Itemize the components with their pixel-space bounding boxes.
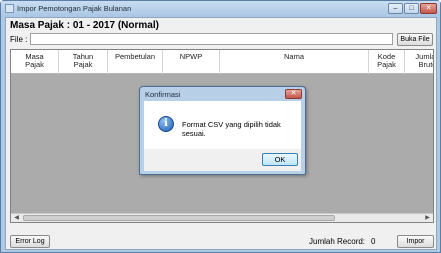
title-bar: Impor Pemotongan Pajak Bulanan – □ ✕	[1, 1, 440, 17]
column-header-kode-pajak[interactable]: Kode Pajak	[369, 50, 405, 74]
info-icon: i	[158, 116, 174, 132]
grid-header: Masa Pajak Tahun Pajak Pembetulan NPWP N…	[11, 50, 433, 74]
record-count-label: Jumlah Record:	[309, 237, 366, 246]
dialog-title: Konfirmasi	[145, 90, 181, 99]
file-path-input[interactable]	[30, 33, 393, 45]
record-count-value: 0	[371, 237, 376, 246]
main-window: Impor Pemotongan Pajak Bulanan – □ ✕ Mas…	[0, 0, 441, 253]
scroll-left-icon[interactable]: ◀	[12, 214, 21, 222]
horizontal-scrollbar[interactable]: ◀ ▶	[11, 213, 433, 222]
dialog-message: Format CSV yang dipilih tidak sesuai.	[182, 120, 281, 138]
minimize-button[interactable]: –	[388, 3, 403, 14]
maximize-button[interactable]: □	[404, 3, 419, 14]
column-header-npwp[interactable]: NPWP	[163, 50, 220, 74]
column-header-masa-pajak[interactable]: Masa Pajak	[11, 50, 59, 74]
open-file-button[interactable]: Buka File	[397, 33, 433, 46]
close-button[interactable]: ✕	[420, 3, 437, 14]
dialog-body: i Format CSV yang dipilih tidak sesuai.	[144, 101, 301, 149]
tax-period-heading: Masa Pajak : 01 - 2017 (Normal)	[10, 20, 159, 31]
column-header-jumlah-bruto[interactable]: Jumlah Bruto	[405, 50, 433, 74]
column-header-pembetulan[interactable]: Pembetulan	[108, 50, 163, 74]
file-label: File :	[10, 35, 28, 44]
column-header-nama[interactable]: Nama	[220, 50, 369, 74]
scrollbar-thumb[interactable]	[23, 215, 335, 221]
dialog-close-button[interactable]: ✕	[285, 89, 302, 99]
import-button[interactable]: Impor	[397, 235, 434, 248]
column-header-tahun-pajak[interactable]: Tahun Pajak	[59, 50, 108, 74]
scroll-right-icon[interactable]: ▶	[423, 214, 432, 222]
confirmation-dialog: Konfirmasi ✕ i Format CSV yang dipilih t…	[139, 86, 306, 175]
app-icon	[5, 4, 14, 13]
window-title: Impor Pemotongan Pajak Bulanan	[17, 4, 132, 13]
error-log-button[interactable]: Error Log	[10, 235, 50, 248]
dialog-footer: OK	[144, 149, 301, 171]
ok-button[interactable]: OK	[262, 153, 298, 166]
